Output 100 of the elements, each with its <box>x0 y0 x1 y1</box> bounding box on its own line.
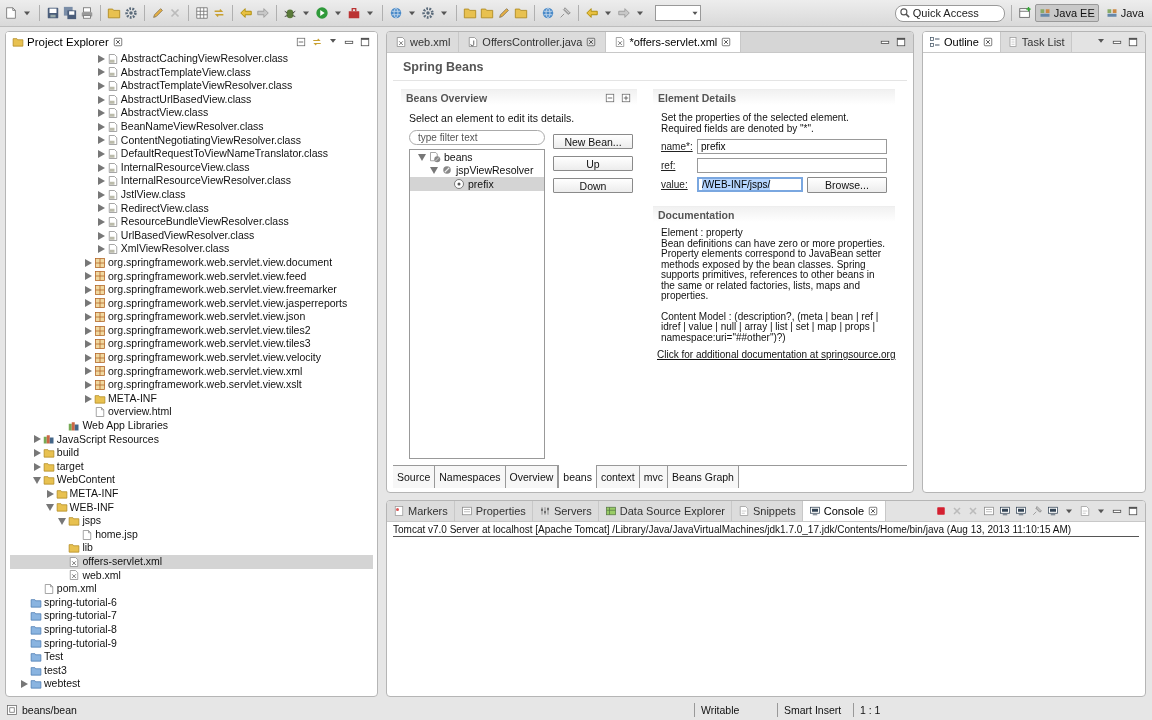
tree-item[interactable]: jspViewResolver <box>410 163 544 177</box>
tree-item[interactable]: XmlViewResolver.class <box>10 242 373 256</box>
expand-arrow-icon[interactable] <box>44 488 55 499</box>
expand-arrow-icon[interactable] <box>95 148 106 159</box>
tree-item[interactable]: org.springframework.web.servlet.view.xml <box>10 364 373 379</box>
tree-item[interactable]: lib <box>10 541 373 555</box>
tree-item[interactable]: org.springframework.web.servlet.view.jasperreports <box>10 296 373 311</box>
expand-arrow-icon[interactable] <box>95 67 106 78</box>
expand-arrow-icon[interactable] <box>83 298 93 309</box>
tab[interactable]: Data Source Explorer <box>598 501 732 521</box>
run-icon[interactable] <box>315 6 329 20</box>
field-label[interactable]: name*: <box>661 141 693 152</box>
monitor-icon[interactable] <box>1015 505 1027 517</box>
expand-arrow-icon[interactable] <box>83 312 93 323</box>
close-icon[interactable] <box>867 505 880 517</box>
field-label[interactable]: value: <box>661 179 693 190</box>
browse-button[interactable]: Browse... <box>807 176 887 193</box>
tree-item[interactable]: JstlView.class <box>10 187 373 202</box>
expand-arrow-icon[interactable] <box>83 393 93 404</box>
page-tab[interactable]: context <box>596 466 640 488</box>
tree-item[interactable]: AbstractUrlBasedView.class <box>10 92 373 107</box>
field-label[interactable]: ref: <box>661 160 693 171</box>
tree-item[interactable]: RedirectView.class <box>10 201 373 216</box>
globe-icon[interactable] <box>541 6 555 20</box>
tree-item[interactable]: spring-tutorial-7 <box>10 609 373 623</box>
tree-item[interactable]: InternalResourceView.class <box>10 160 373 175</box>
tree-item[interactable]: AbstractCachingViewResolver.class <box>10 52 373 66</box>
tree-item[interactable]: AbstractView.class <box>10 106 373 120</box>
button[interactable]: New Bean... <box>553 134 633 149</box>
pencil-icon[interactable] <box>497 6 511 20</box>
expand-arrow-icon[interactable] <box>83 366 93 377</box>
tree-item[interactable]: ContentNegotiatingViewResolver.class <box>10 133 373 148</box>
tree-item[interactable]: jsps <box>10 514 373 528</box>
pencil-icon[interactable] <box>151 6 165 20</box>
input-field[interactable] <box>697 158 887 173</box>
page-tab[interactable]: Source <box>393 466 436 488</box>
expand-arrow-icon[interactable] <box>83 257 93 268</box>
expand-arrow-icon[interactable] <box>95 53 106 64</box>
tree-item[interactable]: home.jsp <box>10 527 373 542</box>
expand-all-icon[interactable] <box>620 91 632 104</box>
expand-arrow-icon[interactable] <box>83 380 93 391</box>
expand-arrow-icon[interactable] <box>95 121 106 132</box>
tab[interactable]: Outline <box>923 32 1001 52</box>
collapse-all-icon[interactable] <box>295 36 307 48</box>
gear-icon[interactable] <box>421 6 435 20</box>
tab[interactable]: web.xml <box>387 32 460 52</box>
printer-icon[interactable] <box>80 6 94 20</box>
tree-item[interactable]: UrlBasedViewResolver.class <box>10 228 373 243</box>
expand-arrow-icon[interactable] <box>95 176 106 187</box>
maximize-icon[interactable] <box>359 36 371 48</box>
tree-item[interactable]: beans <box>410 150 544 164</box>
tree-item[interactable]: spring-tutorial-6 <box>10 595 373 610</box>
tree-item[interactable]: WEB-INF <box>10 500 373 515</box>
tree-item[interactable]: org.springframework.web.servlet.view.feed <box>10 269 373 284</box>
collapse-arrow-icon[interactable] <box>44 502 55 513</box>
close-icon[interactable] <box>981 36 994 48</box>
tree-item[interactable]: overview.html <box>10 405 373 420</box>
tab[interactable]: Servers <box>532 501 599 521</box>
expand-arrow-icon[interactable] <box>95 162 106 173</box>
expand-arrow-icon[interactable] <box>95 230 106 241</box>
tree-item[interactable]: AbstractTemplateView.class <box>10 65 373 80</box>
stop-icon[interactable] <box>935 505 947 517</box>
tree-item[interactable]: offers-servlet.xml <box>10 554 373 569</box>
tree-item[interactable]: prefix <box>410 177 544 191</box>
pin-icon[interactable] <box>558 6 572 20</box>
link-arrows-icon[interactable] <box>311 36 323 48</box>
tree-item[interactable]: WebContent <box>10 473 373 487</box>
tree-item[interactable]: org.springframework.web.servlet.view.velocity <box>10 351 373 365</box>
tree-item[interactable]: DefaultRequestToViewNameTranslator.class <box>10 147 373 161</box>
expand-arrow-icon[interactable] <box>95 203 106 214</box>
close-icon[interactable] <box>585 36 598 48</box>
tab[interactable]: Markers <box>387 501 455 521</box>
input-field[interactable]: prefix <box>697 139 887 154</box>
tree-item[interactable]: org.springframework.web.servlet.view.xslt <box>10 378 373 392</box>
expand-arrow-icon[interactable] <box>95 94 106 105</box>
tab[interactable]: OffersController.java <box>459 32 607 52</box>
tree-item[interactable]: build <box>10 446 373 460</box>
expand-arrow-icon[interactable] <box>31 461 42 472</box>
properties-icon[interactable] <box>983 505 995 517</box>
perspective-button[interactable]: Java <box>1101 4 1148 22</box>
globe-icon[interactable] <box>389 6 403 20</box>
tree-item[interactable]: AbstractTemplateViewResolver.class <box>10 79 373 93</box>
tab[interactable]: Console <box>802 501 887 521</box>
tree-item[interactable]: spring-tutorial-8 <box>10 622 373 637</box>
maximize-icon[interactable] <box>1127 505 1139 517</box>
collapse-arrow-icon[interactable] <box>429 165 439 176</box>
tree-item[interactable]: web.xml <box>10 568 373 583</box>
page-tab[interactable]: Overview <box>505 466 559 488</box>
combo-box[interactable] <box>655 5 701 21</box>
close-icon[interactable] <box>111 36 124 48</box>
expand-arrow-icon[interactable] <box>95 135 106 146</box>
tab[interactable]: Properties <box>454 501 533 521</box>
page-tab[interactable]: mvc <box>639 466 669 488</box>
monitor-icon[interactable] <box>1047 505 1059 517</box>
page-tab[interactable]: beans <box>558 465 597 488</box>
tab[interactable]: *offers-servlet.xml <box>606 32 742 52</box>
tree-item[interactable]: target <box>10 459 373 474</box>
expand-arrow-icon[interactable] <box>83 284 93 295</box>
quick-access-field[interactable]: Quick Access <box>894 4 1005 22</box>
tree-item[interactable]: test3 <box>10 663 373 678</box>
